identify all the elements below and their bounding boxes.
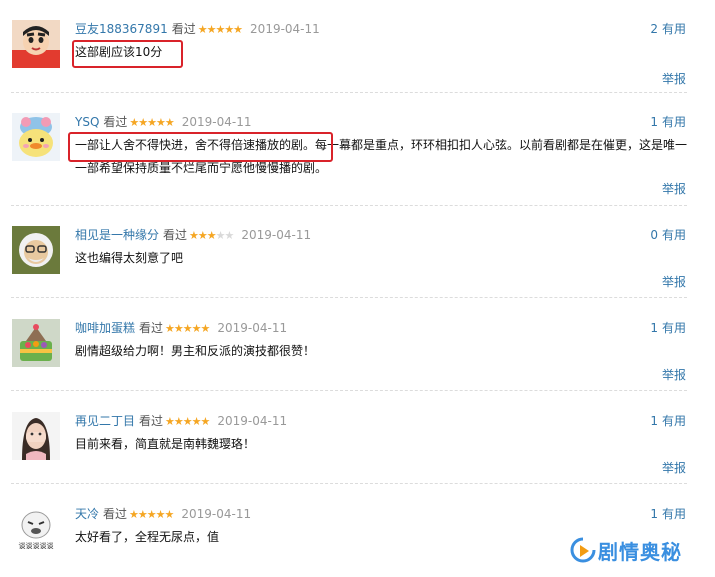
comment-header: 再见二丁目 看过 ★★★★★ 2019-04-11 (75, 413, 287, 429)
comment-divider (11, 483, 687, 484)
watermark: 剧情奥秘 (570, 534, 710, 568)
rating-stars-filled: ★★★★★ (197, 23, 243, 36)
useful-votes: 0 有用 (650, 227, 686, 243)
rating-stars-filled: ★★★★★ (165, 415, 210, 428)
report-link[interactable]: 举报 (662, 366, 686, 383)
username-link[interactable]: 豆友188367891 (75, 22, 168, 36)
watch-status: 看过 (139, 321, 164, 335)
comment-date: 2019-04-11 (181, 507, 252, 521)
useful-votes: 1 有用 (650, 506, 686, 522)
watch-status: 看过 (139, 414, 164, 428)
watch-status: 看过 (163, 228, 188, 242)
rating-stars-empty: ★★ (215, 229, 235, 242)
useful-button[interactable]: 有用 (662, 228, 686, 242)
report-link[interactable]: 举报 (662, 70, 686, 87)
username-link[interactable]: 天冷 (75, 507, 99, 521)
cake-avatar-icon[interactable] (12, 319, 60, 367)
useful-button[interactable]: 有用 (662, 414, 686, 428)
rating-stars-filled: ★★★★★ (129, 116, 174, 129)
rating-stars: ★★★★★ (189, 229, 235, 242)
comment-text: 目前来看，简直就是南韩魏璎珞！ (75, 437, 256, 451)
vote-count: 1 (650, 115, 658, 129)
vote-count: 0 (650, 228, 658, 242)
comment-header: 相见是一种缘分 看过 ★★★★★ 2019-04-11 (75, 227, 311, 243)
report-link[interactable]: 举报 (662, 459, 686, 476)
comment-date: 2019-04-11 (241, 228, 312, 242)
comment-date: 2019-04-11 (217, 414, 288, 428)
username-link[interactable]: YSQ (75, 115, 99, 129)
username-link[interactable]: 相见是一种缘分 (75, 228, 159, 242)
useful-votes: 2 有用 (650, 21, 686, 37)
vote-count: 1 (650, 414, 658, 428)
rating-stars-filled: ★★★★★ (129, 508, 174, 521)
vote-count: 1 (650, 321, 658, 335)
play-logo-icon (570, 537, 596, 565)
rating-stars-filled: ★★★★★ (165, 322, 210, 335)
avatar-caption: 谈谈谈谈谈 (18, 542, 54, 550)
comment-header: 咖啡加蛋糕 看过 ★★★★★ 2019-04-11 (75, 320, 287, 336)
comment-header: 豆友188367891 看过 ★★★★★ 2019-04-11 (75, 21, 320, 37)
useful-button[interactable]: 有用 (662, 507, 686, 521)
username-link[interactable]: 咖啡加蛋糕 (75, 321, 135, 335)
comment-date: 2019-04-11 (181, 115, 252, 129)
comment-date: 2019-04-11 (217, 321, 288, 335)
rating-stars: ★★★★★ (129, 116, 174, 129)
useful-votes: 1 有用 (650, 114, 686, 130)
vote-count: 1 (650, 507, 658, 521)
comment-date: 2019-04-11 (250, 22, 320, 36)
meme-face-avatar-icon[interactable]: 谈谈谈谈谈 (12, 505, 60, 553)
plush-duck-avatar-icon[interactable] (12, 113, 60, 161)
rating-stars-filled: ★★★ (189, 229, 217, 242)
crayon-shinchan-avatar-icon[interactable] (12, 20, 60, 68)
rating-stars: ★★★★★ (129, 508, 174, 521)
comment-divider (11, 297, 687, 298)
comment-text: 这也编得太刻意了吧 (75, 251, 184, 265)
vote-count: 2 (650, 22, 658, 36)
username-link[interactable]: 再见二丁目 (75, 414, 135, 428)
useful-button[interactable]: 有用 (662, 321, 686, 335)
comment-text: 剧情超级给力啊！男主和反派的演技都很赞！ (75, 344, 316, 358)
rating-stars: ★★★★★ (197, 23, 243, 36)
girl-photo-avatar-icon[interactable] (12, 412, 60, 460)
comment-header: 天冷 看过 ★★★★★ 2019-04-11 (75, 506, 251, 522)
comment-divider (11, 390, 687, 391)
watermark-text: 剧情奥秘 (598, 540, 682, 564)
rating-stars: ★★★★★ (165, 415, 210, 428)
useful-button[interactable]: 有用 (662, 22, 686, 36)
comment-divider (11, 92, 687, 93)
watch-status: 看过 (103, 507, 128, 521)
highlight-box (68, 132, 333, 162)
useful-votes: 1 有用 (650, 320, 686, 336)
miyazaki-cartoon-avatar-icon[interactable] (12, 226, 60, 274)
report-link[interactable]: 举报 (662, 180, 686, 197)
report-link[interactable]: 举报 (662, 273, 686, 290)
useful-button[interactable]: 有用 (662, 115, 686, 129)
comment-header: YSQ 看过 ★★★★★ 2019-04-11 (75, 114, 251, 130)
rating-stars: ★★★★★ (165, 322, 210, 335)
watch-status: 看过 (103, 115, 128, 129)
highlight-box (72, 40, 183, 68)
useful-votes: 1 有用 (650, 413, 686, 429)
watch-status: 看过 (171, 22, 196, 36)
comment-divider (11, 205, 687, 206)
